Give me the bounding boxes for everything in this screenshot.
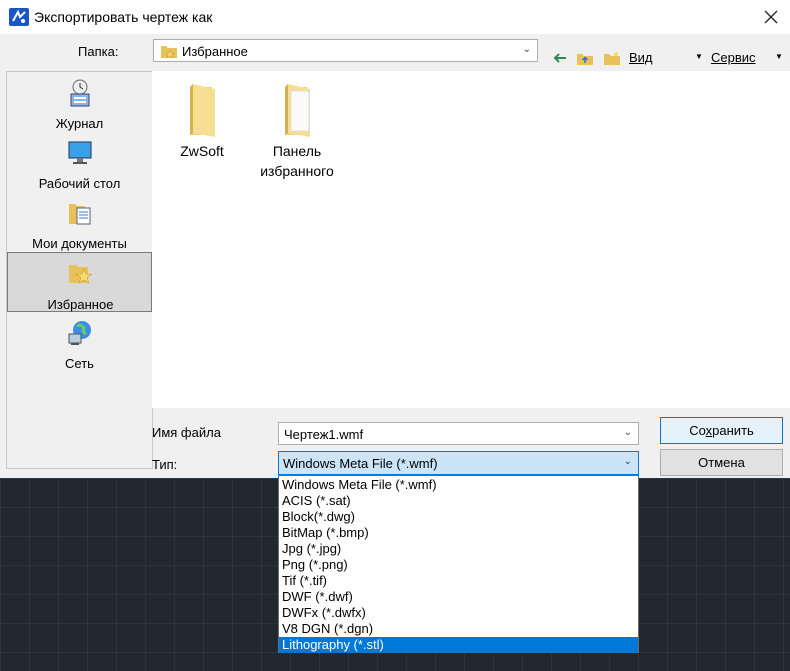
places-bar: Журнал Рабочий стол Мои документы Избран…: [6, 71, 153, 469]
service-dropdown-arrow-icon[interactable]: ▼: [775, 52, 783, 61]
new-folder-icon[interactable]: [603, 50, 621, 66]
place-label: Мои документы: [32, 236, 127, 251]
favorites-folder-icon: [161, 46, 177, 59]
view-dropdown-arrow-icon[interactable]: ▼: [695, 52, 703, 61]
title-bar: Экспортировать чертеж как: [0, 0, 790, 34]
file-item[interactable]: ZwSoft: [152, 83, 252, 161]
history-icon: [70, 79, 90, 107]
chevron-down-icon[interactable]: ⌄: [624, 456, 632, 467]
type-label: Тип:: [152, 457, 178, 472]
place-label: Сеть: [65, 356, 94, 371]
desktop-icon: [68, 141, 92, 164]
folder-icon: [190, 84, 215, 137]
view-menu-button[interactable]: Вид: [629, 50, 653, 65]
filename-field[interactable]: Чертеж1.wmf ⌄: [278, 422, 639, 445]
save-label-post: ранить: [712, 423, 754, 438]
type-select-value: Windows Meta File (*.wmf): [283, 456, 438, 471]
place-documents[interactable]: Мои документы: [7, 192, 152, 252]
place-history[interactable]: Журнал: [7, 72, 152, 132]
file-item[interactable]: Панель избранного: [247, 83, 347, 181]
documents-icon: [69, 204, 91, 225]
file-list: ZwSoft Панель избранного: [152, 71, 790, 408]
file-item-label: ZwSoft: [180, 143, 224, 159]
folder-icon: [285, 84, 310, 137]
save-label-pre: Со: [689, 423, 706, 438]
type-dropdown-list: Windows Meta File (*.wmf) ACIS (*.sat) B…: [278, 475, 639, 653]
type-select[interactable]: Windows Meta File (*.wmf) ⌄: [278, 451, 639, 475]
type-option[interactable]: BitMap (*.bmp): [279, 525, 638, 541]
folder-combo[interactable]: Избранное ⌄: [153, 39, 538, 62]
filename-value: Чертеж1.wmf: [284, 427, 364, 442]
place-label: Журнал: [55, 116, 104, 131]
network-icon: [68, 321, 91, 345]
app-logo-icon: [9, 8, 29, 26]
type-option[interactable]: DWFx (*.dwfx): [279, 605, 638, 621]
window-title: Экспортировать чертеж как: [34, 9, 213, 25]
type-option[interactable]: V8 DGN (*.dgn): [279, 621, 638, 637]
folder-combo-value: Избранное: [182, 44, 248, 59]
folder-label: Папка:: [78, 44, 119, 59]
place-label: Рабочий стол: [38, 176, 121, 191]
file-item-label: Панель избранного: [260, 143, 334, 179]
type-option[interactable]: Tif (*.tif): [279, 573, 638, 589]
type-option[interactable]: ACIS (*.sat): [279, 493, 638, 509]
chevron-down-icon: ⌄: [522, 44, 531, 55]
save-button[interactable]: Сохранить: [660, 417, 783, 444]
type-option[interactable]: Windows Meta File (*.wmf): [279, 477, 638, 493]
service-menu-button[interactable]: Сервис: [711, 50, 756, 65]
favorites-icon: [69, 265, 93, 284]
type-option[interactable]: Lithography (*.stl): [279, 637, 638, 653]
up-folder-icon[interactable]: [576, 50, 594, 66]
cancel-button[interactable]: Отмена: [660, 449, 783, 476]
back-arrow-icon[interactable]: [551, 50, 569, 66]
close-icon[interactable]: [757, 4, 785, 30]
place-desktop[interactable]: Рабочий стол: [7, 132, 152, 192]
type-option[interactable]: Block(*.dwg): [279, 509, 638, 525]
type-option[interactable]: Jpg (*.jpg): [279, 541, 638, 557]
place-label: Избранное: [47, 297, 114, 312]
place-network[interactable]: Сеть: [7, 312, 152, 372]
type-option[interactable]: Png (*.png): [279, 557, 638, 573]
type-option[interactable]: DWF (*.dwf): [279, 589, 638, 605]
chevron-down-icon[interactable]: ⌄: [624, 427, 632, 438]
filename-label: Имя файла: [152, 425, 221, 440]
place-favorites[interactable]: Избранное: [7, 252, 152, 312]
